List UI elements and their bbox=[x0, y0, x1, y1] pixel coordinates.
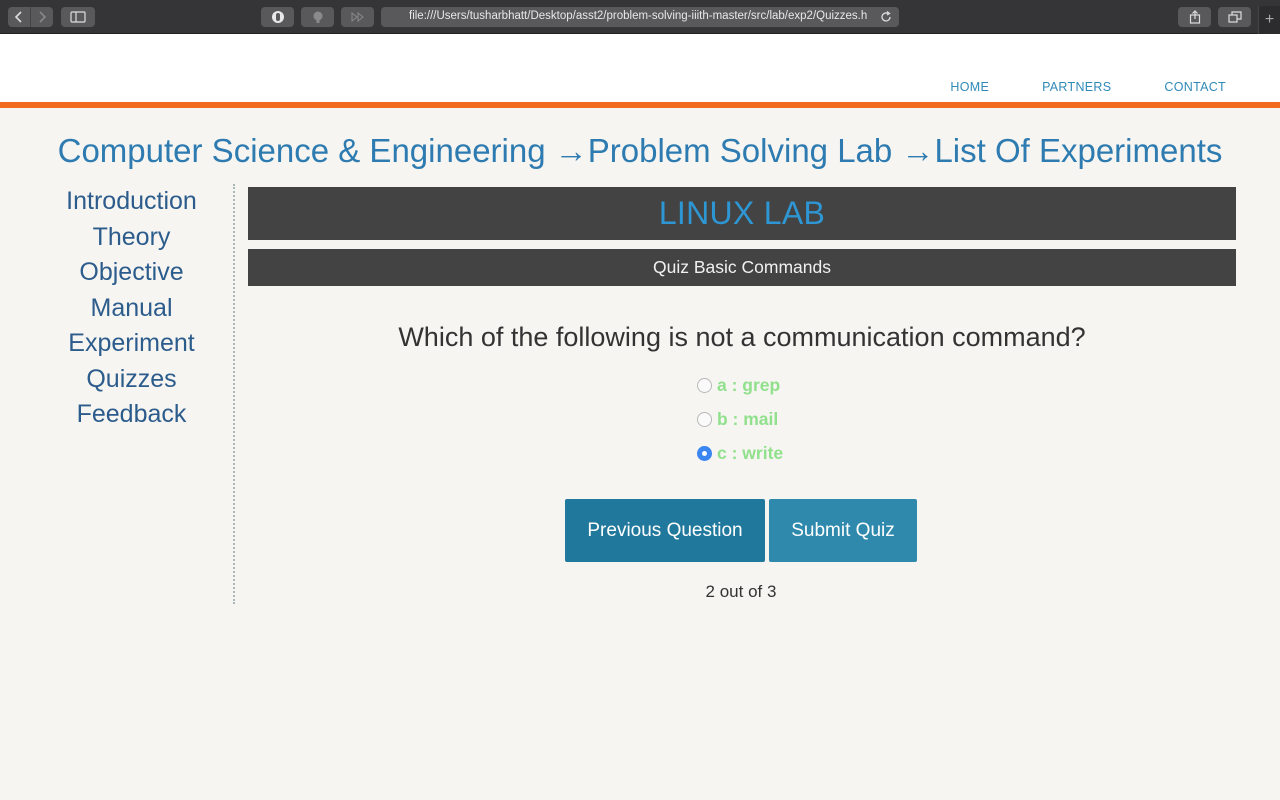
option-b-label[interactable]: b : mail bbox=[717, 409, 778, 430]
top-nav: HOME PARTNERS CONTACT bbox=[950, 80, 1226, 94]
breadcrumb-cse[interactable]: Computer Science & Engineering bbox=[58, 132, 546, 169]
history-nav bbox=[8, 7, 53, 27]
browser-toolbar: file:///Users/tusharbhatt/Desktop/asst2/… bbox=[0, 0, 1280, 34]
option-c-label[interactable]: c : write bbox=[717, 443, 783, 464]
shield-extension-icon bbox=[271, 11, 284, 23]
option-c-radio[interactable] bbox=[697, 445, 712, 461]
quiz-question: Which of the following is not a communic… bbox=[398, 322, 1086, 352]
sidebar-item-introduction[interactable]: Introduction bbox=[30, 184, 233, 220]
extension-button-3[interactable] bbox=[341, 7, 374, 27]
sidebar-icon bbox=[70, 11, 86, 23]
back-button[interactable] bbox=[8, 7, 30, 27]
bulb-extension-icon bbox=[313, 11, 322, 23]
previous-question-button[interactable]: Previous Question bbox=[565, 499, 765, 562]
sidebar-item-objective[interactable]: Objective bbox=[30, 255, 233, 291]
plus-icon: + bbox=[1264, 11, 1275, 28]
quiz-title: Quiz Basic Commands bbox=[248, 249, 1236, 286]
option-a-radio[interactable] bbox=[697, 377, 712, 393]
share-button[interactable] bbox=[1178, 7, 1211, 27]
new-tab-button[interactable]: + bbox=[1258, 6, 1280, 34]
option-c[interactable]: c : write bbox=[697, 436, 783, 470]
sidebar: Introduction Theory Objective Manual Exp… bbox=[30, 184, 235, 604]
sidebar-item-quizzes[interactable]: Quizzes bbox=[30, 362, 233, 398]
tabs-button[interactable] bbox=[1218, 7, 1251, 27]
submit-quiz-button[interactable]: Submit Quiz bbox=[769, 499, 917, 562]
header-accent-bar bbox=[0, 102, 1280, 108]
option-a-label[interactable]: a : grep bbox=[717, 375, 780, 396]
sidebar-item-manual[interactable]: Manual bbox=[30, 291, 233, 327]
breadcrumb-list-of-experiments[interactable]: →List Of Experiments bbox=[901, 132, 1222, 169]
breadcrumb-problem-solving-lab[interactable]: →Problem Solving Lab bbox=[555, 132, 893, 169]
option-b[interactable]: b : mail bbox=[697, 402, 783, 436]
question-progress: 2 out of 3 bbox=[705, 582, 777, 601]
site-header: HOME PARTNERS CONTACT bbox=[0, 34, 1280, 102]
sidebar-toggle-button[interactable] bbox=[61, 7, 95, 27]
option-b-radio[interactable] bbox=[697, 411, 712, 427]
reload-icon[interactable] bbox=[879, 10, 893, 24]
nav-partners-link[interactable]: PARTNERS bbox=[1042, 80, 1111, 94]
url-text[interactable]: file:///Users/tusharbhatt/Desktop/asst2/… bbox=[409, 10, 869, 22]
sidebar-item-theory[interactable]: Theory bbox=[30, 220, 233, 256]
lab-title: LINUX LAB bbox=[248, 187, 1236, 240]
answer-options: a : grep b : mail c : write bbox=[697, 368, 783, 470]
forward-button[interactable] bbox=[30, 7, 52, 27]
option-a[interactable]: a : grep bbox=[697, 368, 783, 402]
fast-forward-icon bbox=[351, 11, 364, 23]
address-bar[interactable]: file:///Users/tusharbhatt/Desktop/asst2/… bbox=[381, 7, 899, 27]
nav-home-link[interactable]: HOME bbox=[950, 80, 989, 94]
tabs-overview-icon bbox=[1227, 11, 1242, 23]
nav-contact-link[interactable]: CONTACT bbox=[1164, 80, 1226, 94]
extension-button-2[interactable] bbox=[301, 7, 334, 27]
breadcrumb: Computer Science & Engineering →Problem … bbox=[0, 132, 1280, 170]
sidebar-item-experiment[interactable]: Experiment bbox=[30, 326, 233, 362]
extension-button-1[interactable] bbox=[261, 7, 294, 27]
chevron-right-icon bbox=[38, 11, 46, 23]
sidebar-item-feedback[interactable]: Feedback bbox=[30, 397, 233, 433]
share-icon bbox=[1189, 10, 1200, 24]
chevron-left-icon bbox=[14, 11, 22, 23]
